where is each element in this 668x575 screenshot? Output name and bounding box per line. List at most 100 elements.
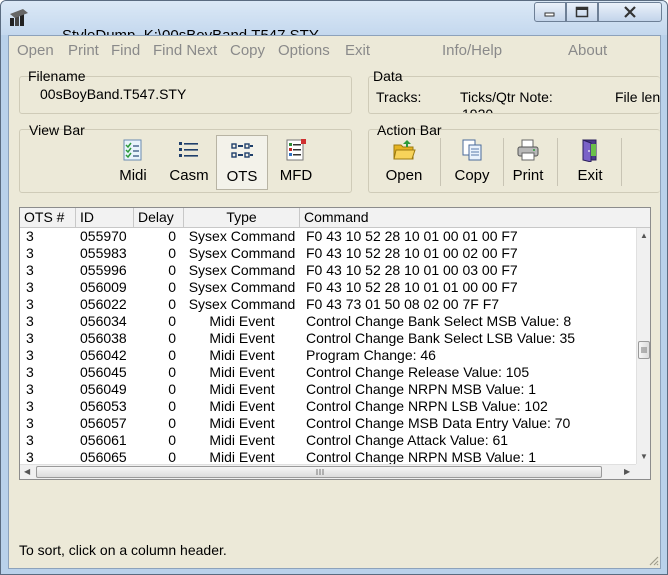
- table-row[interactable]: 3 056065 0 Midi Event Control Change NRPN MS…: [20, 449, 636, 464]
- title-bar[interactable]: StyleDump K:\00sBoyBand.T547.STY: [1, 1, 667, 44]
- minimize-icon: [544, 12, 555, 17]
- cell-type: Sysex Command: [188, 296, 296, 312]
- maximize-button[interactable]: [566, 2, 598, 22]
- cell-command: Control Change Bank Select MSB Value: 8: [306, 313, 572, 329]
- menu-options[interactable]: Options: [278, 42, 330, 59]
- menu-find-next[interactable]: Find Next: [153, 42, 217, 59]
- cell-id: 056065: [80, 449, 127, 464]
- table-row[interactable]: 3 055983 0 Sysex Command F0 43 10 52 28 10 0…: [20, 245, 636, 262]
- menu-info-help[interactable]: Info/Help: [442, 42, 502, 59]
- action-print-button[interactable]: Print: [506, 135, 550, 190]
- menu-print[interactable]: Print: [68, 42, 99, 59]
- cell-delay: 0: [168, 415, 176, 431]
- cell-type: Midi Event: [209, 313, 275, 329]
- ticks-label: Ticks/Qtr Note:: [460, 89, 553, 105]
- menu-find[interactable]: Find: [111, 42, 140, 59]
- action-exit-label: Exit: [577, 167, 603, 184]
- cell-id: 056009: [80, 279, 127, 295]
- view-casm-button[interactable]: Casm: [166, 135, 212, 190]
- table-row[interactable]: 3 056042 0 Midi Event Program Change: 46: [20, 347, 636, 364]
- scrollbar-corner: [636, 464, 650, 479]
- vertical-scroll-thumb[interactable]: [638, 341, 650, 359]
- table-row[interactable]: 3 056022 0 Sysex Command F0 43 73 01 50 08 0…: [20, 296, 636, 313]
- menu-about[interactable]: About: [568, 42, 607, 59]
- view-midi-button[interactable]: Midi: [111, 135, 155, 190]
- close-icon: [624, 6, 636, 18]
- cell-delay: 0: [168, 330, 176, 346]
- action-copy-button[interactable]: Copy: [446, 135, 498, 190]
- printer-icon: [517, 139, 539, 161]
- cell-ots: 3: [26, 296, 34, 312]
- vertical-scrollbar[interactable]: ▲ ▼: [636, 228, 650, 464]
- list-header: OTS # ID Delay Type Command: [20, 208, 650, 228]
- column-header-delay[interactable]: Delay: [134, 208, 184, 227]
- scroll-right-icon[interactable]: ▶: [624, 467, 630, 476]
- action-open-button[interactable]: Open: [378, 135, 430, 190]
- data-label: Data: [373, 68, 403, 84]
- menu-copy[interactable]: Copy: [230, 42, 265, 59]
- status-text: To sort, click on a column header.: [19, 542, 227, 558]
- column-header-type[interactable]: Type: [184, 208, 300, 227]
- view-ots-button[interactable]: OTS: [216, 135, 268, 190]
- cell-command: Control Change NRPN MSB Value: 1: [306, 381, 537, 397]
- cell-command: F0 43 10 52 28 10 01 00 01 00 F7: [306, 228, 518, 244]
- cell-ots: 3: [26, 313, 34, 329]
- resize-grip-icon[interactable]: [647, 554, 659, 566]
- horizontal-scroll-thumb[interactable]: [36, 466, 602, 478]
- ticks-value: 1920: [462, 106, 494, 114]
- grip-lines-icon: [641, 347, 647, 353]
- cell-ots: 3: [26, 228, 34, 244]
- data-group: Tracks: Ticks/Qtr Note: 1920 File len: [368, 76, 660, 114]
- view-midi-label: Midi: [119, 167, 147, 184]
- table-row[interactable]: 3 056038 0 Midi Event Control Change Bank Se…: [20, 330, 636, 347]
- table-row[interactable]: 3 055970 0 Sysex Command F0 43 10 52 28 10 0…: [20, 228, 636, 245]
- table-row[interactable]: 3 056045 0 Midi Event Control Change Release…: [20, 364, 636, 381]
- column-header-id[interactable]: ID: [76, 208, 134, 227]
- table-row[interactable]: 3 056034 0 Midi Event Control Change Bank Se…: [20, 313, 636, 330]
- table-row[interactable]: 3 056009 0 Sysex Command F0 43 10 52 28 10 0…: [20, 279, 636, 296]
- cell-delay: 0: [168, 449, 176, 464]
- view-mfd-button[interactable]: MFD: [273, 135, 319, 190]
- column-header-command[interactable]: Command: [300, 208, 650, 227]
- cell-delay: 0: [168, 347, 176, 363]
- cell-type: Midi Event: [209, 364, 275, 380]
- scroll-left-icon[interactable]: ◀: [24, 467, 30, 476]
- menu-exit[interactable]: Exit: [345, 42, 370, 59]
- cell-id: 056038: [80, 330, 127, 346]
- maximize-icon: [575, 6, 589, 18]
- menu-open[interactable]: Open: [17, 42, 54, 59]
- table-row[interactable]: 3 056061 0 Midi Event Control Change Attack …: [20, 432, 636, 449]
- cell-delay: 0: [168, 364, 176, 380]
- cell-delay: 0: [168, 228, 176, 244]
- menu-bar: Open Print Find Find Next Copy Options E…: [9, 36, 660, 63]
- cell-type: Midi Event: [209, 381, 275, 397]
- toolbar-separator: [557, 138, 558, 186]
- scroll-up-icon[interactable]: ▲: [640, 231, 648, 240]
- filename-label: Filename: [28, 68, 86, 84]
- client-area: Open Print Find Find Next Copy Options E…: [8, 35, 661, 569]
- cell-type: Midi Event: [209, 398, 275, 414]
- cell-ots: 3: [26, 262, 34, 278]
- cell-ots: 3: [26, 347, 34, 363]
- ots-event-list[interactable]: OTS # ID Delay Type Command 3 055970 0 Syse…: [19, 207, 651, 480]
- close-button[interactable]: [598, 2, 662, 22]
- table-row[interactable]: 3 056053 0 Midi Event Control Change NRPN LS…: [20, 398, 636, 415]
- table-row[interactable]: 3 056057 0 Midi Event Control Change MSB Dat…: [20, 415, 636, 432]
- cell-delay: 0: [168, 313, 176, 329]
- table-row[interactable]: 3 055996 0 Sysex Command F0 43 10 52 28 10 0…: [20, 262, 636, 279]
- column-header-ots[interactable]: OTS #: [20, 208, 76, 227]
- cell-type: Sysex Command: [188, 262, 296, 278]
- checklist-icon: [123, 139, 142, 161]
- action-exit-button[interactable]: Exit: [568, 135, 612, 190]
- action-copy-label: Copy: [454, 167, 490, 184]
- minimize-button[interactable]: [534, 2, 566, 22]
- table-row[interactable]: 3 056049 0 Midi Event Control Change NRPN MS…: [20, 381, 636, 398]
- cell-command: Control Change Release Value: 105: [306, 364, 530, 380]
- horizontal-scrollbar[interactable]: ◀ ▶: [20, 464, 636, 479]
- cell-ots: 3: [26, 279, 34, 295]
- copy-icon: [462, 139, 482, 161]
- folder-open-icon: [393, 140, 416, 160]
- toolbar-separator: [503, 138, 504, 186]
- scroll-down-icon[interactable]: ▼: [640, 452, 648, 461]
- toolbar-separator: [621, 138, 622, 186]
